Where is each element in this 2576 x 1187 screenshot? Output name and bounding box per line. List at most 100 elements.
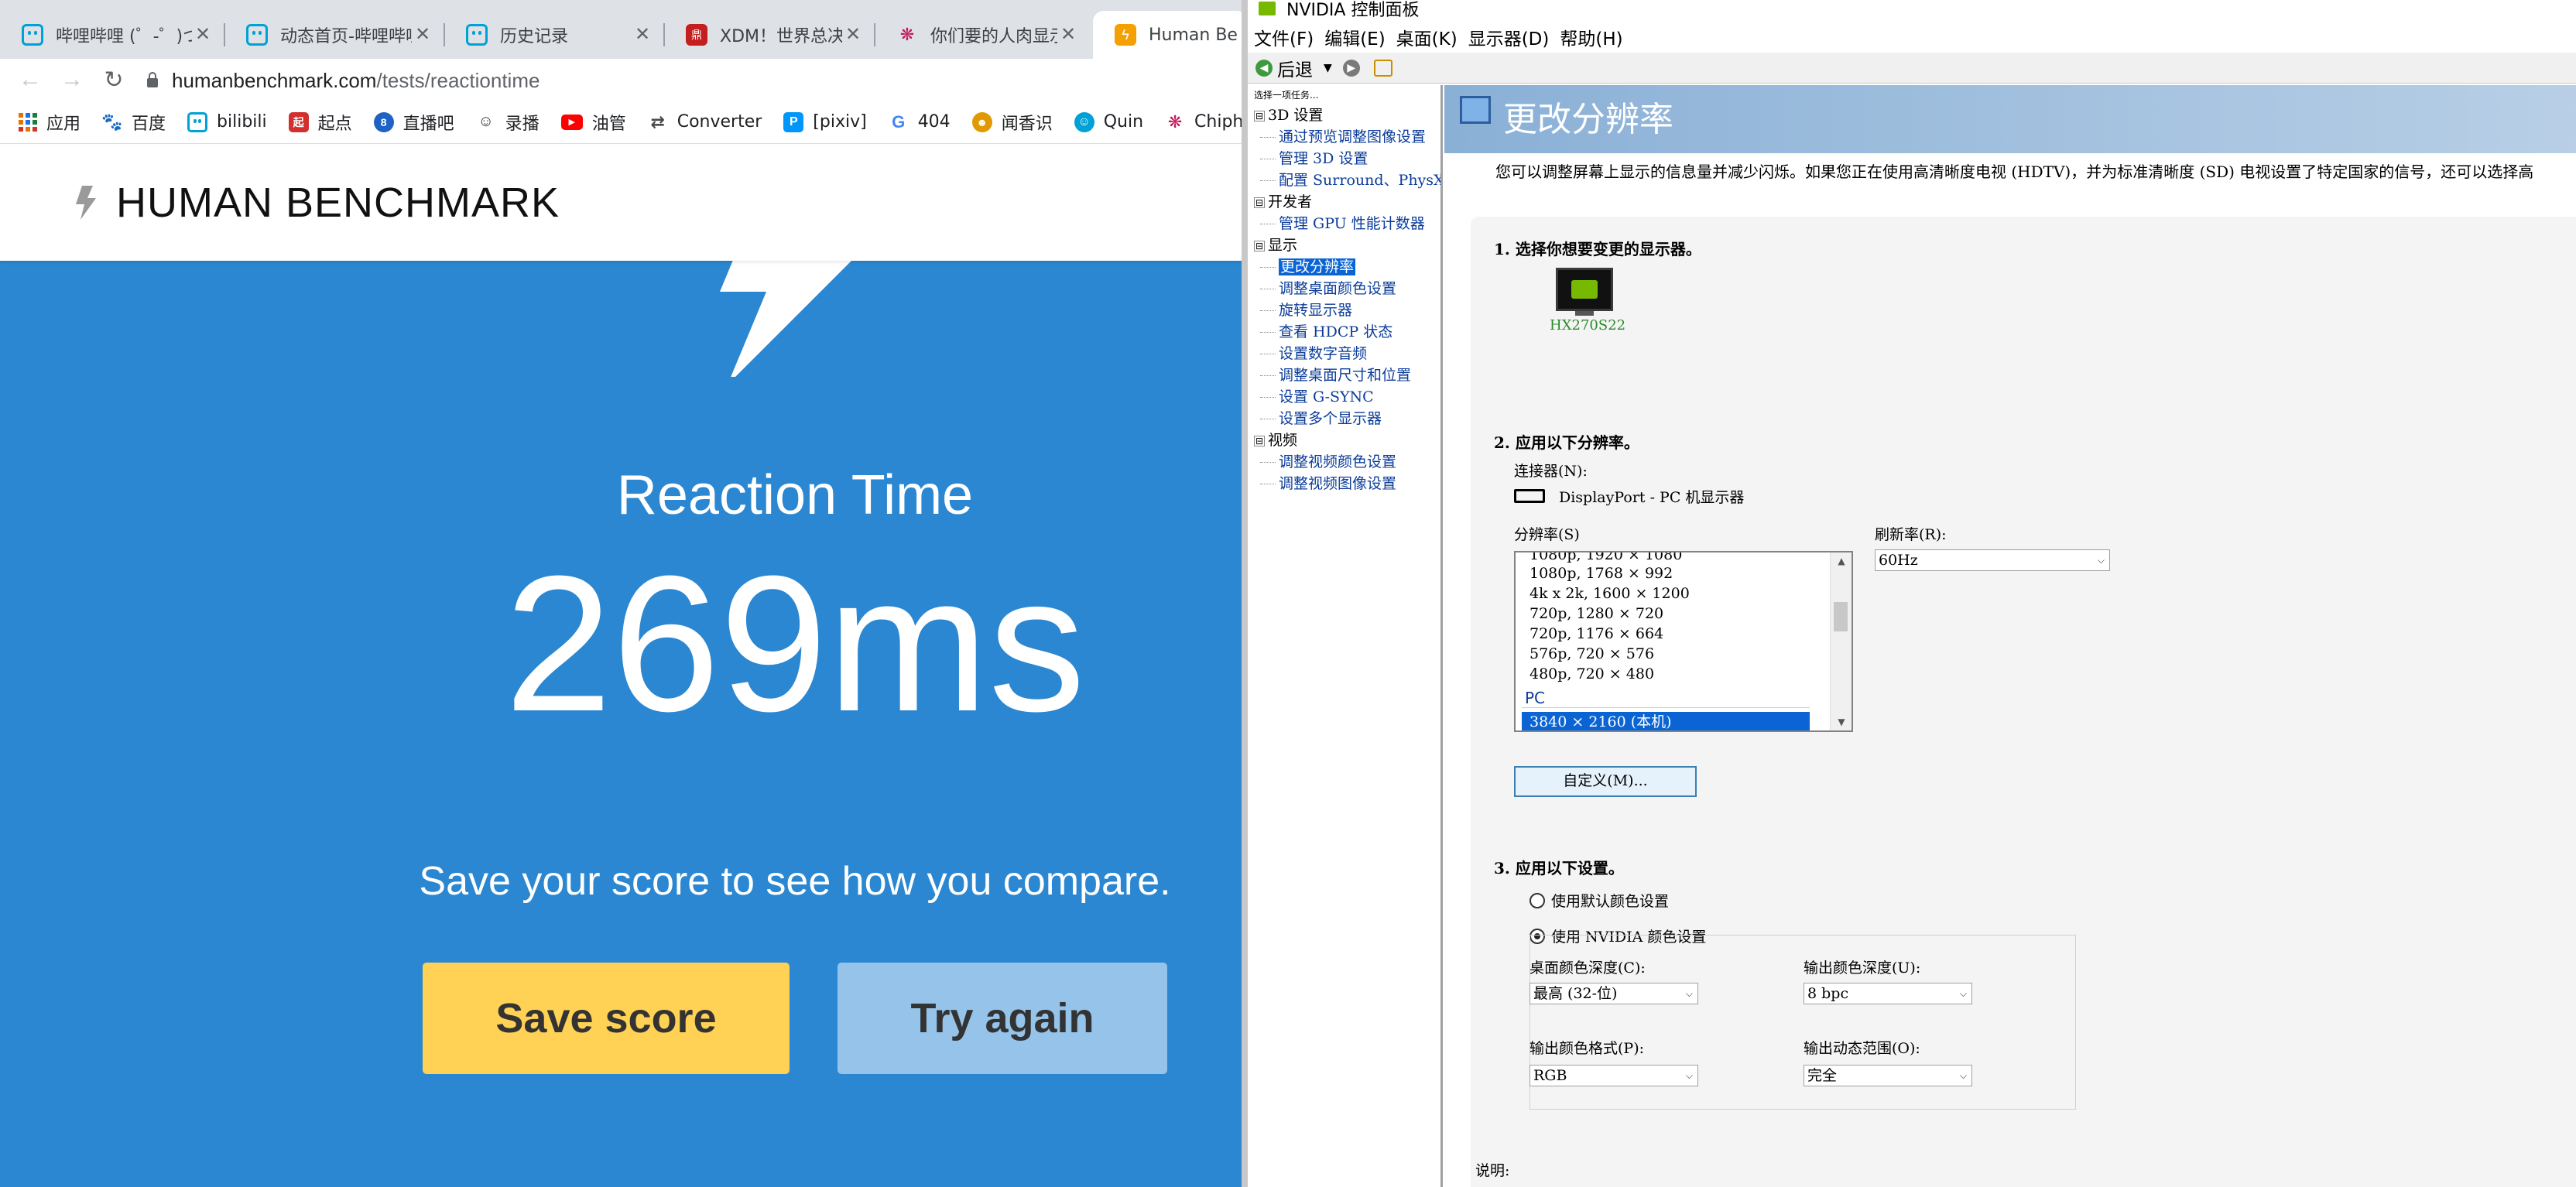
task-tree-panel: 选择一项任务... ⊟ 3D 设置 通过预览调整图像设置 管理 3D 设置 配置 Sur… — [1248, 85, 1443, 1187]
tree-item[interactable]: 旋转显示器 — [1248, 299, 1440, 321]
save-score-button[interactable]: Save score — [423, 963, 790, 1074]
resolution-option[interactable]: 480p, 720 × 480 — [1530, 665, 1654, 682]
resolution-list-scrollbar[interactable]: ▲ ▼ — [1830, 552, 1852, 730]
resolution-option[interactable]: 576p, 720 × 576 — [1530, 645, 1654, 662]
output-depth-select[interactable]: 8 bpc ⌵ — [1804, 983, 1972, 1004]
tab-human-benchmark[interactable]: ϟ Human Benchmark — [1093, 11, 1242, 59]
bookmark-pixiv[interactable]: P [pixiv] — [783, 111, 867, 132]
resolution-option[interactable]: 720p, 1176 × 664 — [1530, 625, 1663, 642]
bookmark-zhibo8[interactable]: 8 直播吧 — [373, 110, 454, 135]
tree-item[interactable]: 调整视频颜色设置 — [1248, 451, 1440, 473]
bookmark-recordings[interactable]: ☺ 录播 — [476, 110, 539, 135]
close-icon[interactable]: ✕ — [412, 24, 433, 46]
resolution-option[interactable]: 1080p, 1920 × 1080 — [1530, 552, 1682, 563]
tree-category[interactable]: ⊟ 3D 设置 — [1248, 104, 1440, 126]
home-icon[interactable] — [1373, 59, 1392, 77]
back-button[interactable]: 后退 — [1277, 55, 1313, 81]
tree-label: 显示 — [1268, 237, 1298, 254]
forward-arrow-icon[interactable]: ▶ — [1342, 59, 1360, 77]
tree-item[interactable]: 查看 HDCP 状态 — [1248, 321, 1440, 343]
tree-item[interactable]: 管理 3D 设置 — [1248, 148, 1440, 169]
resolution-label: 分辨率(S) — [1514, 526, 1580, 543]
bookmark-fragrance[interactable]: ☻ 闻香识 — [971, 110, 1053, 135]
close-icon[interactable]: ✕ — [1057, 24, 1079, 46]
custom-resolution-button[interactable]: 自定义(M)... — [1514, 766, 1697, 797]
bookmark-404[interactable]: G 404 — [889, 112, 951, 132]
tree-item[interactable]: 配置 Surround、PhysX — [1248, 169, 1440, 191]
youtube-icon: ▶ — [560, 114, 583, 130]
scroll-up-icon[interactable]: ▲ — [1831, 556, 1852, 566]
bookmark-quin[interactable]: ☺ Quin — [1074, 111, 1143, 132]
bookmark-youtube[interactable]: ▶ 油管 — [560, 110, 626, 135]
menu-file[interactable]: 文件(F) — [1254, 24, 1314, 50]
bookmark-bilibili[interactable]: bilibili — [187, 111, 267, 132]
close-icon[interactable]: ✕ — [632, 24, 653, 46]
bookmark-qidian[interactable]: 起 起点 — [288, 110, 352, 135]
tree-category[interactable]: ⊟ 显示 — [1248, 234, 1440, 256]
close-icon[interactable]: ✕ — [192, 24, 214, 46]
tree-item-selected[interactable]: 更改分辨率 — [1248, 256, 1440, 278]
pixiv-icon: P — [783, 111, 804, 132]
back-arrow-icon[interactable]: ◀ — [1255, 59, 1273, 77]
output-range-label: 输出动态范围(O): — [1804, 1040, 1920, 1057]
tab-bilibili-dynamic[interactable]: 动态首页-哔哩哔哩 ✕ — [224, 11, 445, 59]
collapse-toggle-icon[interactable]: ⊟ — [1254, 111, 1265, 121]
menu-display[interactable]: 显示器(D) — [1468, 24, 1550, 50]
address-bar[interactable]: humanbenchmark.com/tests/reactiontime — [147, 65, 1231, 96]
tab-tieba[interactable]: ❋ 你们要的人肉显示 ✕ — [875, 11, 1090, 59]
collapse-toggle-icon[interactable]: ⊟ — [1254, 197, 1265, 208]
collapse-toggle-icon[interactable]: ⊟ — [1254, 241, 1265, 251]
tree-category[interactable]: ⊟ 视频 — [1248, 429, 1440, 451]
menu-desktop[interactable]: 桌面(K) — [1396, 24, 1458, 50]
resolution-option[interactable]: 1080p, 1768 × 992 — [1530, 565, 1673, 582]
tree-item[interactable]: 调整桌面颜色设置 — [1248, 278, 1440, 299]
page-header: 更改分辨率 — [1444, 85, 2576, 153]
menu-help[interactable]: 帮助(H) — [1560, 24, 1622, 50]
resolution-option[interactable]: 720p, 1280 × 720 — [1530, 605, 1663, 622]
chevron-down-icon: ⌵ — [2097, 555, 2105, 566]
resolution-option[interactable]: 4k x 2k, 1600 × 1200 — [1530, 585, 1690, 602]
tree-label: 查看 HDCP 状态 — [1279, 323, 1393, 340]
close-icon[interactable]: ✕ — [842, 24, 864, 46]
page-title: 更改分辨率 — [1503, 100, 1673, 139]
tree-label: 管理 GPU 性能计数器 — [1279, 215, 1425, 232]
bolt-logo-icon[interactable] — [74, 186, 96, 220]
tree-item[interactable]: 调整视频图像设置 — [1248, 473, 1440, 494]
reload-icon[interactable]: ↻ — [93, 67, 135, 94]
try-again-button[interactable]: Try again — [838, 963, 1167, 1074]
tab-bilibili-home[interactable]: 哔哩哔哩 (゜-゜)つロ ✕ — [0, 11, 225, 59]
chevron-down-icon: ⌵ — [1685, 988, 1693, 999]
tab-history[interactable]: 历史记录 ✕ — [444, 11, 665, 59]
tree-category[interactable]: ⊟ 开发者 — [1248, 191, 1440, 213]
tree-item[interactable]: 设置多个显示器 — [1248, 408, 1440, 429]
refresh-rate-select[interactable]: 60Hz ⌵ — [1875, 549, 2110, 571]
collapse-toggle-icon[interactable]: ⊟ — [1254, 436, 1265, 446]
tab-xdm[interactable]: 鼎 XDM！世界总决赛 ✕ — [664, 11, 875, 59]
monitor-icon[interactable] — [1556, 268, 1613, 316]
desktop-depth-select[interactable]: 最高 (32-位) ⌵ — [1530, 983, 1698, 1004]
tree-label: 调整桌面颜色设置 — [1279, 280, 1397, 297]
output-range-select[interactable]: 完全 ⌵ — [1804, 1065, 1972, 1086]
site-brand[interactable]: HUMAN BENCHMARK — [116, 179, 560, 227]
resolution-list[interactable]: 1080p, 1920 × 1080 1080p, 1768 × 992 4k … — [1514, 551, 1853, 732]
output-format-select[interactable]: RGB ⌵ — [1530, 1065, 1698, 1086]
menu-edit[interactable]: 编辑(E) — [1324, 24, 1385, 50]
tree-item[interactable]: 调整桌面尺寸和位置 — [1248, 364, 1440, 386]
bookmark-converter[interactable]: ⇄ Converter — [648, 112, 762, 132]
tree-item[interactable]: 设置数字音频 — [1248, 343, 1440, 364]
default-color-radio[interactable] — [1530, 893, 1545, 908]
tree-item[interactable]: 管理 GPU 性能计数器 — [1248, 213, 1440, 234]
resolution-option-selected[interactable]: 3840 × 2160 (本机) — [1522, 712, 1810, 730]
bookmark-apps[interactable]: 应用 — [19, 110, 80, 135]
back-arrow-icon[interactable]: ← — [9, 67, 51, 93]
tree-item[interactable]: 通过预览调整图像设置 — [1248, 126, 1440, 148]
bookmark-baidu[interactable]: 🐾 百度 — [101, 110, 166, 135]
monitor-name[interactable]: HX270S22 — [1550, 317, 1625, 334]
forward-arrow-icon[interactable]: → — [51, 67, 93, 93]
bookmark-chiphell[interactable]: ❋ Chiph — [1165, 112, 1242, 132]
tree-item[interactable]: 设置 G-SYNC — [1248, 386, 1440, 408]
scroll-down-icon[interactable]: ▼ — [1831, 717, 1852, 727]
test-area[interactable]: Reaction Time 269ms Save your score to s… — [0, 261, 1242, 1187]
tree-label: 调整视频颜色设置 — [1279, 453, 1397, 470]
back-history-dropdown-icon[interactable]: ▼ — [1324, 62, 1332, 74]
